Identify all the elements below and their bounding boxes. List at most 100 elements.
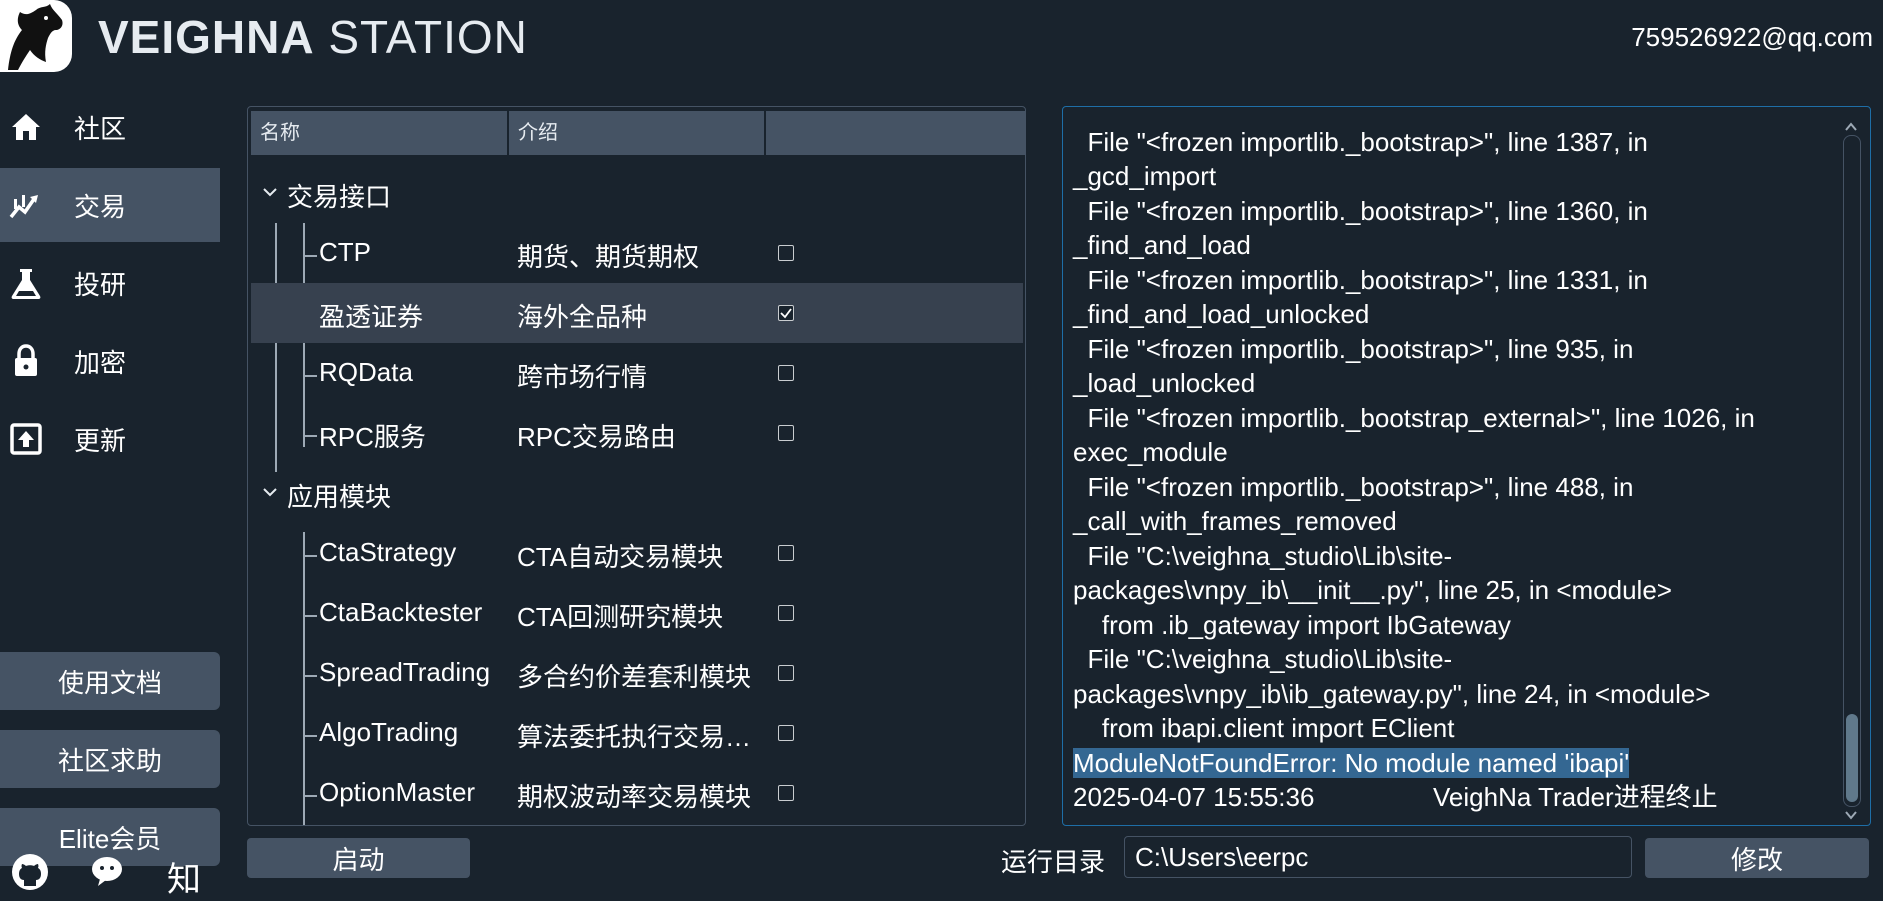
sidebar-item-label: 投研: [74, 269, 127, 300]
log-line: packages\vnpy_ib\__init__.py", line 25, …: [1073, 575, 1672, 605]
module-checkbox[interactable]: [778, 665, 794, 681]
module-name: AlgoTrading: [319, 717, 459, 747]
user-email[interactable]: 759526922@qq.com: [1631, 22, 1873, 53]
log-scrollbar[interactable]: [1843, 135, 1861, 807]
docs-button[interactable]: 使用文档: [0, 652, 220, 710]
github-icon[interactable]: [10, 852, 50, 892]
sidebar-item-label: 加密: [74, 347, 127, 378]
log-line: packages\vnpy_ib\ib_gateway.py", line 24…: [1073, 679, 1711, 709]
log-line: File "<frozen importlib._bootstrap>", li…: [1073, 334, 1634, 364]
sidebar-item-research[interactable]: 投研: [0, 246, 220, 320]
sidebar-item-community[interactable]: 社区: [0, 90, 220, 164]
tree-row[interactable]: CtaBacktester CTA回测研究模块: [251, 583, 1023, 643]
modify-button[interactable]: 修改: [1645, 838, 1869, 878]
start-button[interactable]: 启动: [247, 838, 470, 878]
log-error-line: ModuleNotFoundError: No module named 'ib…: [1073, 746, 1630, 780]
lock-icon: [15, 344, 37, 376]
community-help-button[interactable]: 社区求助: [0, 730, 220, 788]
module-name: CtaBacktester: [319, 597, 483, 627]
tree-row[interactable]: RQData 跨市场行情: [251, 343, 1023, 403]
zhihu-icon[interactable]: 知: [167, 852, 201, 901]
sidebar-item-label: 交易: [74, 191, 127, 222]
wechat-icon[interactable]: [90, 852, 130, 892]
module-desc: CTA自动交易模块: [517, 542, 724, 572]
tree-row[interactable]: OptionMaster 期权波动率交易模块: [251, 763, 1023, 823]
log-line: File "<frozen importlib._bootstrap_exter…: [1073, 403, 1755, 433]
module-name: CTP: [319, 237, 371, 267]
module-name: SpreadTrading: [319, 657, 491, 687]
column-header-check[interactable]: [766, 111, 1025, 155]
log-line: File "<frozen importlib._bootstrap>", li…: [1073, 196, 1648, 226]
tree-row[interactable]: CtaStrategy CTA自动交易模块: [251, 523, 1023, 583]
module-desc: 期权波动率交易模块: [517, 782, 752, 812]
column-header-name[interactable]: 名称: [251, 111, 509, 155]
module-name: 盈透证券: [319, 302, 424, 332]
home-icon: [12, 114, 40, 140]
upload-box-icon: [10, 423, 42, 455]
module-name: OptionMaster: [319, 777, 476, 807]
checkmark-icon: [780, 308, 792, 319]
log-line: _find_and_load_unlocked: [1073, 299, 1370, 329]
module-checkbox-checked[interactable]: [778, 305, 794, 321]
module-desc: 跨市场行情: [517, 362, 648, 392]
log-line: from ibapi.client import EClient: [1073, 713, 1455, 743]
log-line: File "<frozen importlib._bootstrap>", li…: [1073, 472, 1634, 502]
module-checkbox[interactable]: [778, 725, 794, 741]
module-desc: 期货、期货期权: [517, 242, 700, 272]
module-checkbox[interactable]: [778, 785, 794, 801]
sidebar-item-encrypt[interactable]: 加密: [0, 324, 220, 398]
log-line: _gcd_import: [1073, 161, 1217, 191]
log-line: _find_and_load: [1073, 230, 1251, 260]
column-header-desc[interactable]: 介绍: [509, 111, 766, 155]
chevron-down-icon[interactable]: [261, 483, 279, 501]
app-header: VEIGHNA STATION 759526922@qq.com: [0, 0, 1883, 72]
module-checkbox[interactable]: [778, 605, 794, 621]
horse-logo-icon: [0, 0, 72, 72]
tree-group-apps[interactable]: 应用模块: [251, 463, 1023, 523]
log-scrollbar-thumb[interactable]: [1846, 714, 1858, 802]
chevron-down-icon[interactable]: [261, 183, 279, 201]
app-title-light: STATION: [328, 11, 528, 63]
log-line: File "<frozen importlib._bootstrap>", li…: [1073, 127, 1648, 157]
sidebar-item-update[interactable]: 更新: [0, 402, 220, 476]
log-line: _load_unlocked: [1073, 368, 1256, 398]
log-line: _call_with_frames_removed: [1073, 506, 1397, 536]
log-line: File "C:\veighna_studio\Lib\site-: [1073, 644, 1453, 674]
module-name: CtaStrategy: [319, 537, 457, 567]
module-desc: 多合约价差套利模块: [517, 662, 752, 692]
tree-header: 名称 介绍: [251, 111, 1025, 155]
sidebar-item-label: 社区: [74, 113, 127, 144]
app-title: VEIGHNA STATION: [98, 10, 528, 64]
tree-row[interactable]: 盈透证券 海外全品种: [251, 283, 1023, 343]
run-dir-label: 运行目录: [1001, 847, 1106, 877]
tree-group-label: 交易接口: [287, 182, 392, 212]
log-line: File "C:\veighna_studio\Lib\site-: [1073, 541, 1453, 571]
module-checkbox[interactable]: [778, 245, 794, 261]
module-desc: 海外全品种: [517, 302, 648, 332]
module-name: RPC服务: [319, 422, 426, 452]
module-desc: CTA回测研究模块: [517, 602, 724, 632]
tree-row[interactable]: AlgoTrading 算法委托执行交易…: [251, 703, 1023, 763]
tree-row[interactable]: RPC服务 RPC交易路由: [251, 403, 1023, 463]
sidebar-item-label: 更新: [74, 425, 127, 456]
log-line: File "<frozen importlib._bootstrap>", li…: [1073, 265, 1648, 295]
tree-row[interactable]: SpreadTrading 多合约价差套利模块: [251, 643, 1023, 703]
log-line: exec_module: [1073, 437, 1228, 467]
module-name: RQData: [319, 357, 413, 387]
tree-group-gateway[interactable]: 交易接口: [251, 163, 1023, 223]
tree-row[interactable]: CTP 期货、期货期权: [251, 223, 1023, 283]
module-checkbox[interactable]: [778, 425, 794, 441]
selected-error-text[interactable]: ModuleNotFoundError: No module named 'ib…: [1073, 748, 1630, 778]
log-output-panel[interactable]: File "<frozen importlib._bootstrap>", li…: [1062, 106, 1871, 826]
module-checkbox[interactable]: [778, 545, 794, 561]
module-desc: 算法委托执行交易…: [517, 722, 752, 752]
scroll-down-icon[interactable]: [1843, 807, 1859, 823]
tree-group-label: 应用模块: [287, 482, 392, 512]
run-dir-input[interactable]: [1124, 836, 1632, 878]
scroll-up-icon[interactable]: [1843, 119, 1859, 135]
sidebar-item-trade[interactable]: 交易: [0, 168, 220, 242]
log-end-time: 2025-04-07 15:55:36: [1073, 782, 1315, 812]
module-desc: RPC交易路由: [517, 422, 676, 452]
module-checkbox[interactable]: [778, 365, 794, 381]
app-title-bold: VEIGHNA: [98, 11, 315, 63]
